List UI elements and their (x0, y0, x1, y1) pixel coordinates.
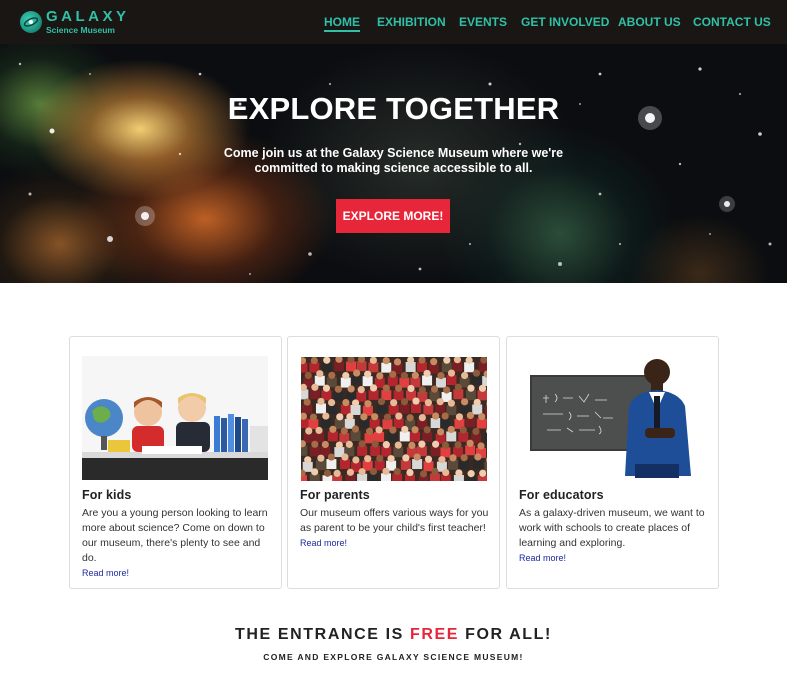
card-title: For kids (82, 488, 132, 502)
card-title: For educators (519, 488, 604, 502)
card-description: Are you a young person looking to learn … (82, 507, 268, 564)
free-entrance-heading-end: FOR ALL! (459, 626, 552, 643)
free-entrance-heading: THE ENTRANCE IS FREE FOR ALL! (0, 626, 787, 644)
nav-events[interactable]: EVENTS (459, 15, 507, 31)
nav-home[interactable]: HOME (324, 15, 360, 32)
galaxy-logo-icon (20, 11, 42, 33)
crowd-photo (301, 357, 487, 481)
card-title: For parents (300, 488, 370, 502)
logo-title: GALAXY (46, 8, 130, 25)
hero-title: EXPLORE TOGETHER (227, 91, 560, 126)
nav-exhibition[interactable]: EXHIBITION (377, 15, 446, 31)
logo-subtitle: Science Museum (46, 25, 115, 35)
card-kids: For kids Are you a young person looking … (69, 336, 282, 589)
card-description: As a galaxy-driven museum, we want to wo… (519, 507, 705, 549)
nav-about-us[interactable]: ABOUT US (618, 15, 681, 31)
hero-subtitle: Come join us at the Galaxy Science Museu… (223, 146, 564, 175)
top-navbar: GALAXY Science Museum HOME EXHIBITION EV… (0, 0, 787, 44)
free-highlight: FREE (409, 626, 460, 643)
explore-more-button[interactable]: EXPLORE MORE! (336, 199, 450, 233)
free-entrance-heading-start: THE ENTRANCE IS (235, 626, 410, 643)
nav-contact-us[interactable]: CONTACT US (693, 15, 771, 31)
free-entrance-subheading: COME AND EXPLORE GALAXY SCIENCE MUSEUM! (263, 652, 524, 662)
teacher-chalkboard-photo (529, 356, 707, 480)
nav-get-involved[interactable]: GET INVOLVED (521, 15, 609, 31)
card-parents: For parents Our museum offers various wa… (287, 336, 500, 589)
read-more-link[interactable]: Read more! (300, 537, 490, 550)
card-description: Our museum offers various ways for you a… (300, 507, 489, 534)
card-text: Are you a young person looking to learn … (82, 506, 272, 580)
logo[interactable]: GALAXY Science Museum (20, 9, 130, 35)
card-educators: For educators As a galaxy-driven museum,… (506, 336, 719, 589)
card-text: As a galaxy-driven museum, we want to wo… (519, 506, 709, 565)
read-more-link[interactable]: Read more! (82, 567, 272, 580)
hero-banner: EXPLORE TOGETHER Come join us at the Gal… (0, 44, 787, 283)
card-text: Our museum offers various ways for you a… (300, 506, 490, 550)
read-more-link[interactable]: Read more! (519, 552, 709, 565)
kids-studying-photo (82, 356, 268, 480)
